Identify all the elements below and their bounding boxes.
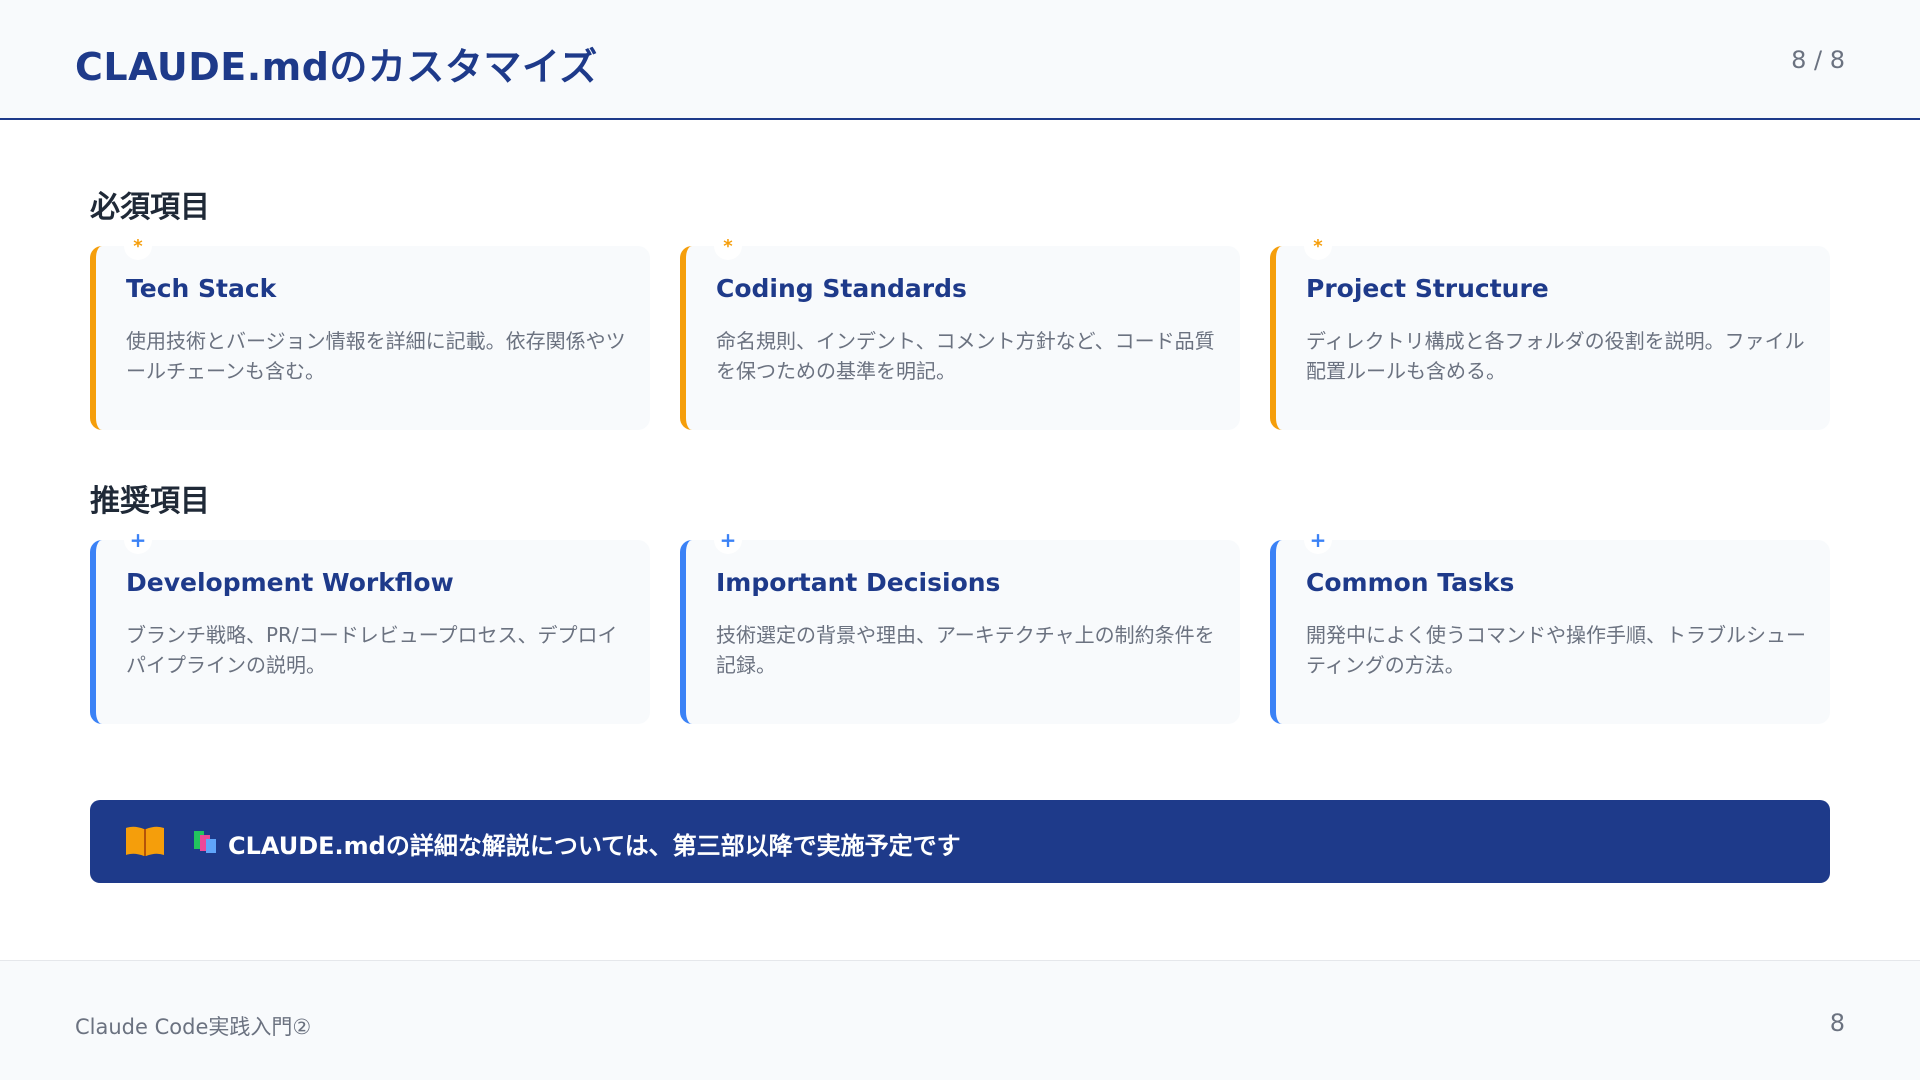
card-coding-standards: * Coding Standards 命名規則、インデント、コメント方針など、コ… [680,232,1240,430]
banner-text: CLAUDE.mdの詳細な解説については、第三部以降で実施予定です [228,832,961,860]
asterisk-icon: * [1304,232,1332,260]
plus-icon: + [124,526,152,554]
card-title: Important Decisions [716,568,1001,597]
page-counter: 8 / 8 [1791,46,1845,74]
open-book-icon [126,826,164,856]
footer-course-title: Claude Code実践入門② [75,1015,312,1039]
card-title: Development Workflow [126,568,454,597]
card-description: ディレクトリ構成と各フォルダの役割を説明。ファイル配置ルールも含める。 [1306,329,1805,383]
card-important-decisions: + Important Decisions 技術選定の背景や理由、アーキテクチャ… [680,526,1240,724]
card-description: 命名規則、インデント、コメント方針など、コード品質を保つための基準を明記。 [716,329,1215,383]
card-tech-stack: * Tech Stack 使用技術とバージョン情報を詳細に記載。依存関係やツール… [90,232,650,430]
footer-page-number: 8 [1829,1009,1845,1037]
card-description: 技術選定の背景や理由、アーキテクチャ上の制約条件を記録。 [716,623,1215,677]
card-description: ブランチ戦略、PR/コードレビュープロセス、デプロイパイプラインの説明。 [126,623,618,677]
asterisk-icon: * [124,232,152,260]
plus-icon: + [714,526,742,554]
asterisk-icon: * [714,232,742,260]
books-icon [194,831,216,853]
info-banner: CLAUDE.mdの詳細な解説については、第三部以降で実施予定です [90,800,1830,883]
card-common-tasks: + Common Tasks 開発中によく使うコマンドや操作手順、トラブルシュー… [1270,526,1830,724]
card-title: Tech Stack [126,274,277,303]
card-description: 使用技術とバージョン情報を詳細に記載。依存関係やツールチェーンも含む。 [126,329,626,383]
card-title: Coding Standards [716,274,967,303]
recommended-section-title: 推奨項目 [90,484,210,519]
card-development-workflow: + Development Workflow ブランチ戦略、PR/コードレビュー… [90,526,650,724]
slide-header: CLAUDE.mdのカスタマイズ 8 / 8 [0,0,1920,120]
card-description: 開発中によく使うコマンドや操作手順、トラブルシューティングの方法。 [1306,623,1806,677]
card-title: Common Tasks [1306,568,1515,597]
required-section-title: 必須項目 [90,190,210,225]
card-title: Project Structure [1306,274,1549,303]
slide-footer: Claude Code実践入門② 8 [0,960,1920,1080]
plus-icon: + [1304,526,1332,554]
page-title: CLAUDE.mdのカスタマイズ [75,45,598,89]
card-project-structure: * Project Structure ディレクトリ構成と各フォルダの役割を説明… [1270,232,1830,430]
